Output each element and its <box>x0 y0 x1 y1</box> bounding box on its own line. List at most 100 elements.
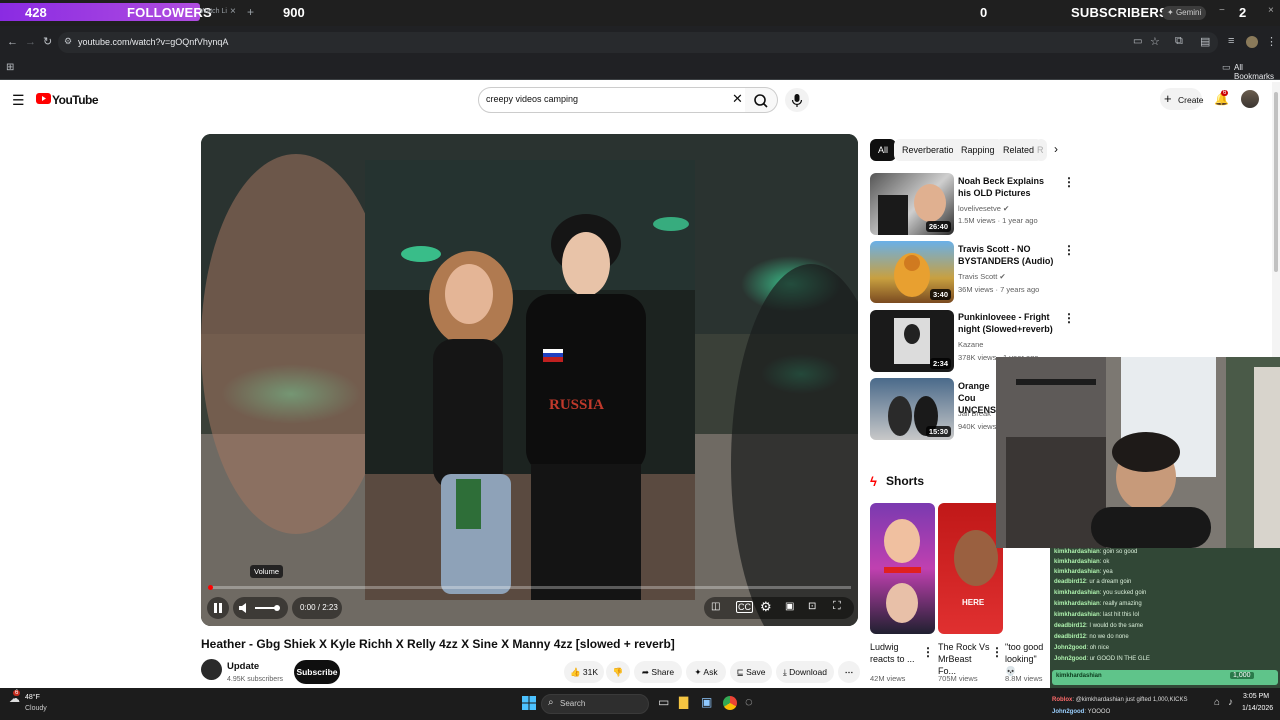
clock-time[interactable]: 3:05 PM <box>1243 693 1269 700</box>
subscribe-button[interactable]: Subscribe <box>294 660 340 684</box>
short-title[interactable]: "too good looking" 💀 <box>1005 641 1050 677</box>
browser-tab-partial[interactable]: Watch Li <box>200 8 227 15</box>
back-icon[interactable]: ← <box>7 36 18 48</box>
weather-temp[interactable]: 48°F <box>25 694 40 701</box>
short-thumbnail[interactable] <box>870 503 935 634</box>
close-window-icon[interactable]: × <box>1268 5 1274 16</box>
reload-icon[interactable]: ↻ <box>43 35 52 48</box>
youtube-logo-icon[interactable] <box>36 93 51 104</box>
player-right-controls <box>704 597 854 619</box>
short-thumbnail[interactable]: HERE <box>938 503 1003 634</box>
url-text[interactable]: youtube.com/watch?v=gOQnfVhynqA <box>78 37 228 47</box>
share-button[interactable]: ➦ Share <box>634 661 682 683</box>
overlay-right-value: 2 <box>1239 5 1247 20</box>
clock-date[interactable]: 1/14/2026 <box>1242 705 1273 712</box>
like-button[interactable]: 👍 31K <box>564 661 604 683</box>
subscriber-count: 4.95K subscribers <box>227 676 284 683</box>
shorts-heading: Shorts <box>886 474 925 488</box>
channel-name[interactable]: Update <box>227 661 259 672</box>
rec-title[interactable]: Noah Beck Explains his OLD Pictures <box>958 175 1058 199</box>
rec-channel[interactable]: Travis Scott ✔ <box>958 271 1006 282</box>
gemini-button[interactable]: ✦ Gemini <box>1162 6 1207 20</box>
chrome-taskbar-icon[interactable] <box>723 696 737 710</box>
chrome-menu-icon[interactable]: ⋮ <box>1266 35 1277 48</box>
short-menu-icon[interactable]: ⋮ <box>922 646 934 658</box>
video-player[interactable]: RUSSIA <box>201 134 858 626</box>
search-input[interactable]: creepy videos camping <box>486 94 578 104</box>
download-button[interactable]: ⤓ Download <box>776 661 834 683</box>
profile-avatar[interactable] <box>1246 36 1258 48</box>
chat-user: kimkhardashian <box>1054 559 1100 565</box>
address-bar[interactable] <box>58 32 1218 53</box>
all-bookmarks[interactable]: All Bookmarks <box>1234 63 1280 81</box>
obs-taskbar-icon[interactable]: ◌ <box>745 694 753 709</box>
hamburger-menu-icon[interactable]: ☰ <box>12 92 25 109</box>
more-actions-button[interactable]: ⋯ <box>838 661 860 683</box>
rec-thumbnail[interactable]: 26:40 <box>870 173 954 235</box>
store-icon[interactable]: ▣ <box>701 695 712 709</box>
youtube-logo-text[interactable]: YouTube <box>52 93 99 107</box>
minimize-icon[interactable]: − <box>1219 5 1225 16</box>
ask-button[interactable]: ✦ Ask <box>686 661 726 683</box>
short-title[interactable]: Ludwig reacts to ... <box>870 641 920 665</box>
chips-next-chevron-icon[interactable]: › <box>1054 142 1058 156</box>
cast-icon[interactable]: ▭ <box>1133 36 1142 47</box>
chip-partial[interactable]: R <box>1035 139 1047 161</box>
forward-icon[interactable]: → <box>25 36 36 48</box>
create-label[interactable]: Create <box>1178 95 1204 105</box>
network-icon[interactable]: ⌂ <box>1214 697 1220 708</box>
save-button[interactable]: ⊑ Save <box>730 661 772 683</box>
rec-title[interactable]: Punkinloveee - Fright night (Slowed+reve… <box>958 311 1058 335</box>
task-view-icon[interactable]: ▭ <box>658 695 669 709</box>
settings-gear-icon[interactable]: ⚙ <box>760 599 772 615</box>
rec-channel[interactable]: lovelivesetve ✔ <box>958 203 1009 214</box>
rec-channel[interactable]: Kazane <box>958 339 983 350</box>
tab-close-icon[interactable]: × <box>230 6 236 17</box>
channel-avatar[interactable] <box>201 659 222 680</box>
chip-all[interactable]: All <box>870 139 897 161</box>
taskbar-search[interactable] <box>541 694 649 714</box>
site-info-icon[interactable]: ⚙ <box>64 36 72 47</box>
file-explorer-icon[interactable]: ▇ <box>679 695 688 709</box>
volume-control[interactable] <box>233 597 288 619</box>
captions-icon[interactable]: CC <box>736 601 753 613</box>
speaker-icon[interactable]: ♪ <box>1228 697 1233 708</box>
media-icon[interactable]: ≡ <box>1228 35 1234 47</box>
dislike-button[interactable]: 👎 <box>606 661 630 683</box>
chat-user: kimkhardashian <box>1054 569 1100 575</box>
short-views: 42M views <box>870 674 906 683</box>
weather-desc[interactable]: Cloudy <box>25 705 47 712</box>
bookmark-star-icon[interactable]: ☆ <box>1150 35 1160 48</box>
short-menu-icon[interactable]: ⋮ <box>991 646 1003 658</box>
rec-thumbnail[interactable]: 15:30 <box>870 378 954 440</box>
account-avatar[interactable] <box>1241 90 1259 108</box>
rec-title[interactable]: Travis Scott - NO BYSTANDERS (Audio) <box>958 243 1058 267</box>
taskbar-search-placeholder[interactable]: Search <box>560 699 585 708</box>
miniplayer-icon[interactable]: ▣ <box>785 601 794 612</box>
rec-thumbnail[interactable]: 3:40 <box>870 241 954 303</box>
svg-text:HERE: HERE <box>962 598 985 607</box>
start-button[interactable] <box>522 696 536 710</box>
voice-search-button[interactable] <box>785 88 809 112</box>
pause-button[interactable] <box>207 597 229 619</box>
autoplay-toggle-icon[interactable]: ◫ <box>711 601 720 612</box>
scrollbar-thumb[interactable] <box>1274 92 1278 272</box>
rec-menu-icon[interactable]: ⋮ <box>1063 176 1075 188</box>
folder-icon: ▭ <box>1222 62 1231 72</box>
clear-search-icon[interactable]: ✕ <box>732 91 743 107</box>
fullscreen-icon[interactable]: ⛶ <box>833 600 841 613</box>
extensions-icon[interactable]: ⧉ <box>1175 35 1183 48</box>
rec-menu-icon[interactable]: ⋮ <box>1063 312 1075 324</box>
chat-user: kimkhardashian <box>1054 590 1100 596</box>
sidepanel-icon[interactable]: ▤ <box>1200 35 1210 48</box>
rec-channel[interactable]: Jail Break <box>958 408 991 419</box>
short-title[interactable]: The Rock Vs MrBeast Fo... <box>938 641 990 677</box>
cast-icon-player[interactable]: ⊡ <box>808 601 816 612</box>
search-button[interactable] <box>745 87 778 113</box>
new-tab-icon[interactable]: + <box>247 5 254 19</box>
apps-icon[interactable]: ⊞ <box>6 62 14 73</box>
progress-scrubber[interactable] <box>208 585 213 590</box>
microphone-icon <box>791 94 803 107</box>
rec-menu-icon[interactable]: ⋮ <box>1063 244 1075 256</box>
rec-thumbnail[interactable]: 2:34 <box>870 310 954 372</box>
